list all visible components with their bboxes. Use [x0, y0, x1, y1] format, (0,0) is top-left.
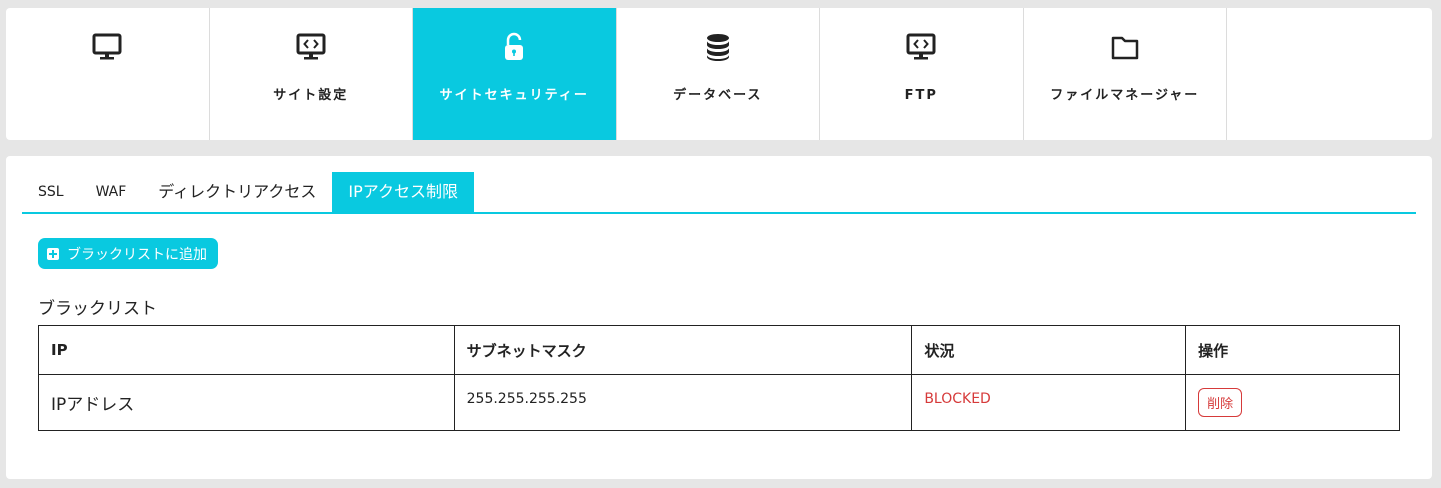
nav-label: FTP [904, 88, 938, 103]
code-monitor-icon [295, 31, 327, 63]
nav-item-empty [1227, 8, 1431, 140]
tab-waf[interactable]: WAF [80, 172, 143, 212]
plus-square-icon [47, 247, 59, 260]
nav-label: ファイルマネージャー [1050, 88, 1200, 103]
blacklist-table: IP サブネットマスク 状況 操作 IPアドレス 255.255.255.255… [38, 325, 1400, 431]
cell-action: 削除 [1185, 374, 1400, 431]
column-header-status: 状況 [911, 325, 1187, 375]
cell-status: BLOCKED [911, 374, 1187, 431]
tab-directory-access[interactable]: ディレクトリアクセス [142, 172, 332, 212]
blacklist-title: ブラックリスト [38, 299, 157, 319]
add-to-blacklist-label: ブラックリストに追加 [67, 246, 207, 263]
nav-label: サイト設定 [273, 88, 349, 103]
cell-subnet-mask: 255.255.255.255 [453, 374, 913, 431]
tab-bar: SSL WAF ディレクトリアクセス IPアクセス制限 [22, 172, 1416, 214]
nav-item-file-manager[interactable]: ファイルマネージャー [1024, 8, 1227, 140]
nav-item-site-settings[interactable]: サイト設定 [210, 8, 413, 140]
nav-item-dashboard[interactable] [6, 8, 210, 140]
add-to-blacklist-button[interactable]: ブラックリストに追加 [38, 238, 218, 269]
nav-item-database[interactable]: データベース [617, 8, 820, 140]
table-row: IPアドレス 255.255.255.255 BLOCKED 削除 [38, 374, 1400, 431]
nav-label: データベース [673, 88, 763, 103]
content-panel: SSL WAF ディレクトリアクセス IPアクセス制限 ブラックリストに追加 ブ… [6, 156, 1432, 479]
database-icon [702, 31, 734, 63]
column-header-ip: IP [38, 325, 455, 375]
column-header-action: 操作 [1185, 325, 1400, 375]
column-header-subnet-mask: サブネットマスク [453, 325, 913, 375]
code-monitor-icon [905, 31, 937, 63]
cell-ip: IPアドレス [38, 374, 455, 431]
nav-label: サイトセキュリティー [439, 88, 589, 103]
top-navigation: サイト設定 サイトセキュリティー データベース FTP ファイルマネージャー [6, 8, 1432, 140]
tab-ip-access-restriction[interactable]: IPアクセス制限 [332, 172, 474, 212]
monitor-icon [91, 31, 123, 63]
table-header-row: IP サブネットマスク 状況 操作 [38, 325, 1400, 375]
nav-item-ftp[interactable]: FTP [820, 8, 1024, 140]
nav-item-site-security[interactable]: サイトセキュリティー [413, 8, 617, 140]
tab-ssl[interactable]: SSL [22, 172, 80, 212]
unlock-icon [498, 31, 530, 63]
delete-button[interactable]: 削除 [1198, 388, 1243, 417]
folder-icon [1109, 31, 1141, 63]
